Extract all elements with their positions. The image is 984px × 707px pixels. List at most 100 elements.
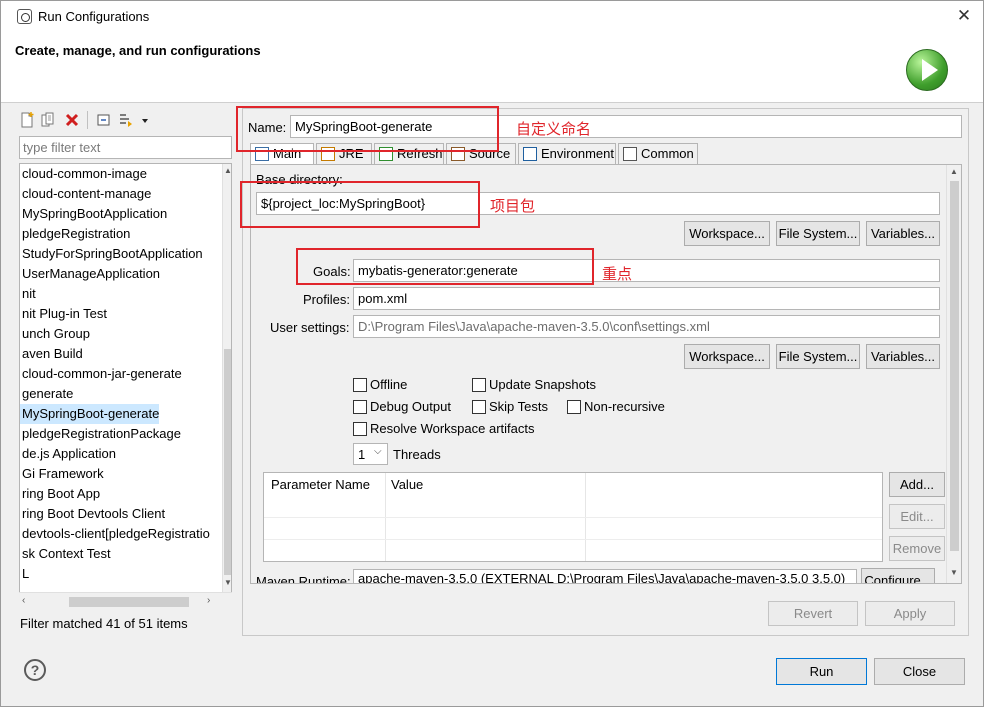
threads-select[interactable]: 1 ⌵ [353,443,388,465]
tree-item[interactable]: nit Plug-in Test [20,304,107,324]
delete-icon[interactable] [64,112,80,128]
banner-title: Create, manage, and run configurations [15,43,261,58]
divider [1,102,983,103]
tree-item[interactable]: cloud-content-manage [20,184,151,204]
tab-label: Common [641,146,694,161]
run-configurations-dialog: Run Configurations ✕ Create, manage, and… [0,0,984,707]
tree-item[interactable]: devtools-client[pledgeRegistratio [20,524,210,544]
scroll-down-icon[interactable]: ▼ [950,568,958,577]
configuration-list-pane: type filter text Lsk Context Test devtool… [14,108,237,636]
resolve-workspace-checkbox[interactable]: Resolve Workspace artifacts [353,421,535,436]
tree-item[interactable]: unch Group [20,324,90,344]
tree-item[interactable]: MySpringBoot-generate [20,404,160,424]
horizontal-scrollbar[interactable]: ‹ › [19,592,232,610]
tree-item[interactable]: aven Build [20,344,83,364]
hscroll-thumb[interactable] [69,597,189,607]
non-recursive-checkbox[interactable]: Non-recursive [567,399,665,414]
filter-status: Filter matched 41 of 51 items [20,616,188,631]
revert-button[interactable]: Revert [768,601,858,626]
toolbar-separator [87,111,88,129]
profiles-field[interactable]: pom.xml [353,287,940,310]
scroll-down-icon[interactable]: ▼ [224,578,231,587]
close-button[interactable]: Close [874,658,965,685]
offline-checkbox[interactable]: Offline [353,377,407,392]
parameter-table[interactable]: Parameter Name Value [263,472,883,562]
configuration-tree[interactable]: Lsk Context Test devtools-client[pledgeRe… [19,163,232,610]
run-icon [906,49,948,91]
column-header-value[interactable]: Value [391,477,423,492]
tree-item[interactable]: StudyForSpringBootApplication [20,244,203,264]
tree-item[interactable]: ring Boot App [20,484,100,504]
eclipse-icon [17,9,32,24]
update-snapshots-checkbox[interactable]: Update Snapshots [472,377,596,392]
tree-item[interactable]: cloud-common-image [20,164,147,184]
table-header: Parameter Name Value [264,473,882,561]
configure-button[interactable]: Configure... [861,568,935,583]
close-icon[interactable]: ✕ [954,6,974,26]
annotation-box-base-dir [240,181,480,228]
row-line [264,539,882,540]
environment-icon [523,147,537,161]
annotation-name: 自定义命名 [516,121,592,138]
remove-button[interactable]: Remove [889,536,945,561]
user-settings-field[interactable]: D:\Program Files\Java\apache-maven-3.5.0… [353,315,940,338]
filter-icon[interactable] [118,112,134,128]
file-system-button-2[interactable]: File System... [776,344,860,369]
tree-item[interactable]: L [20,564,29,584]
workspace-button-2[interactable]: Workspace... [684,344,770,369]
tree-item[interactable]: pledgeRegistrationPackage [20,424,181,444]
file-system-button[interactable]: File System... [776,221,860,246]
profiles-label: Profiles: [303,292,350,307]
scroll-right-icon[interactable]: › [207,595,210,606]
tab-label: Environment [541,146,614,161]
threads-label: Threads [393,447,441,462]
variables-button-2[interactable]: Variables... [866,344,940,369]
skip-tests-checkbox[interactable]: Skip Tests [472,399,548,414]
add-button[interactable]: Add... [889,472,945,497]
scrollbar-thumb[interactable] [950,181,959,551]
tree-item[interactable]: cloud-common-jar-generate [20,364,182,384]
maven-runtime-label: Maven Runtime: [256,574,351,584]
scrollbar-thumb[interactable] [224,349,231,575]
threads-value: 1 [358,447,366,462]
scroll-up-icon[interactable]: ▲ [950,167,958,176]
workspace-button[interactable]: Workspace... [684,221,770,246]
common-icon [623,147,637,161]
tree-item[interactable]: generate [20,384,73,404]
annotation-goals: 重点 [602,266,633,283]
duplicate-icon[interactable] [40,112,56,128]
maven-runtime-select[interactable]: apache-maven-3.5.0 (EXTERNAL D:\Program … [353,569,857,583]
apply-button[interactable]: Apply [865,601,955,626]
scroll-left-icon[interactable]: ‹ [22,595,25,606]
tab-common[interactable]: Common [618,143,698,164]
edit-button[interactable]: Edit... [889,504,945,529]
help-icon[interactable]: ? [24,659,46,681]
debug-output-checkbox[interactable]: Debug Output [353,399,451,414]
annotation-box-name [236,106,499,152]
annotation-base-dir: 项目包 [490,198,536,215]
tree-item[interactable]: nit [20,284,36,304]
vertical-scrollbar[interactable]: ▲ ▼ [222,164,231,609]
annotation-box-goals [296,248,594,285]
run-button[interactable]: Run [776,658,867,685]
tree-item[interactable]: ring Boot Devtools Client [20,504,165,524]
dialog-banner: Create, manage, and run configurations [1,32,983,102]
title-bar: Run Configurations ✕ [1,1,983,32]
new-config-icon[interactable] [19,112,35,128]
tree-item[interactable]: de.js Application [20,444,116,464]
row-line [264,517,882,518]
collapse-all-icon[interactable] [96,112,112,128]
tree-item[interactable]: MySpringBootApplication [20,204,167,224]
tree-item[interactable]: UserManageApplication [20,264,160,284]
dropdown-arrow-icon[interactable] [140,112,150,128]
tab-environment[interactable]: Environment [518,143,616,164]
variables-button[interactable]: Variables... [866,221,940,246]
panel-scrollbar[interactable]: ▲ ▼ [946,165,961,583]
tree-item[interactable]: Gi Framework [20,464,104,484]
filter-input[interactable]: type filter text [19,136,232,159]
scroll-up-icon[interactable]: ▲ [224,166,231,175]
window-title: Run Configurations [38,9,150,24]
tree-item[interactable]: pledgeRegistration [20,224,130,244]
column-header-name[interactable]: Parameter Name [271,477,370,492]
tree-item[interactable]: sk Context Test [20,544,111,564]
